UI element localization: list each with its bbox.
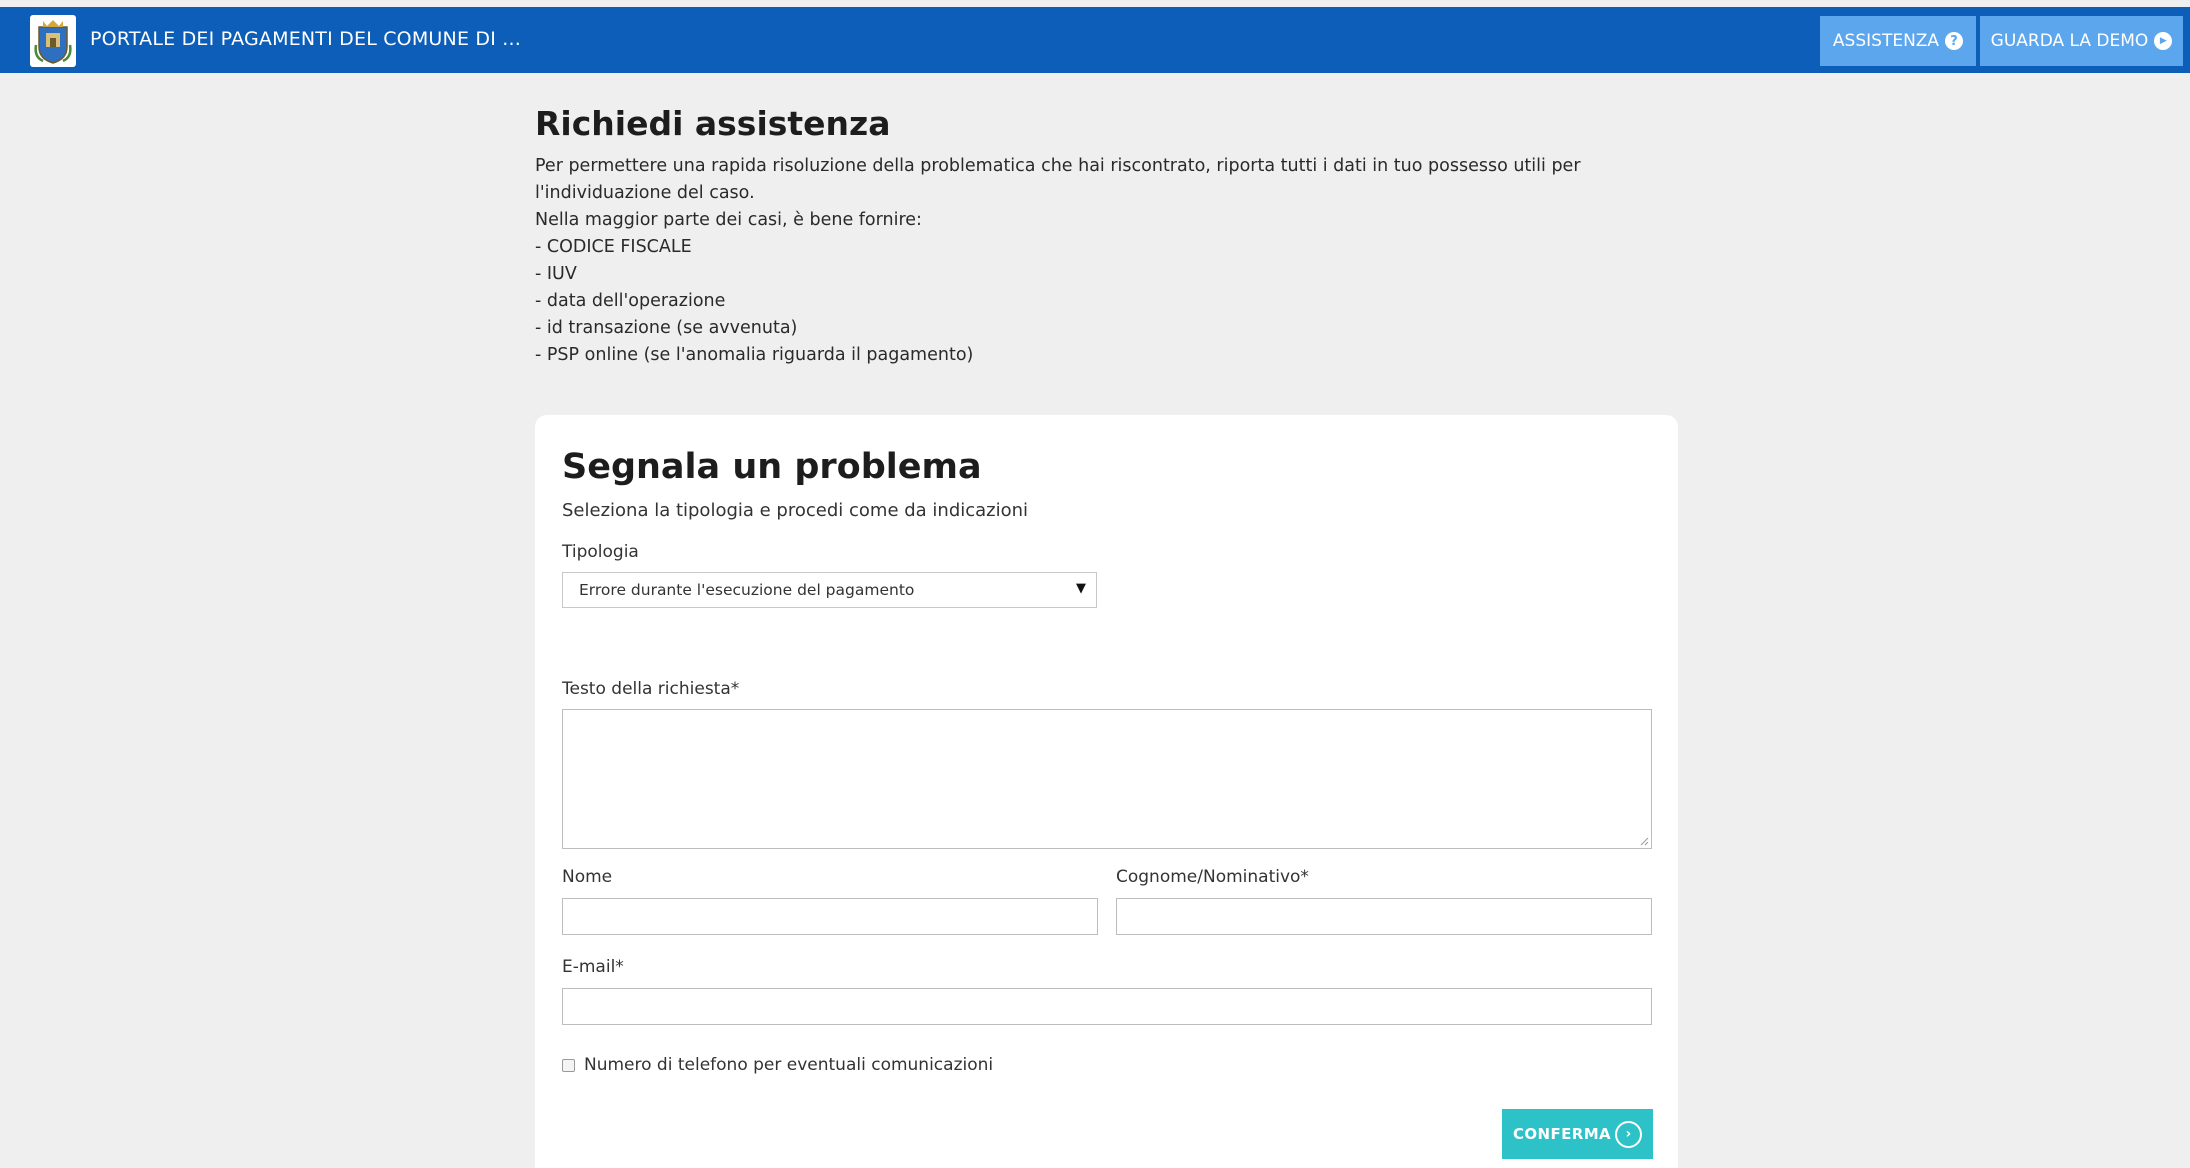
chevron-right-circle-icon: › [1615, 1120, 1643, 1148]
assistance-button-label: ASSISTENZA [1832, 31, 1940, 51]
play-circle-icon: ▶ [2154, 32, 2173, 50]
intro-line: - PSP online (se l'anomalia riguarda il … [535, 345, 974, 365]
form-subtitle: Seleziona la tipologia e procedi come da… [562, 500, 1029, 521]
email-label: E-mail* [562, 957, 624, 977]
surname-label: Cognome/Nominativo* [1116, 867, 1309, 887]
intro-line: - data dell'operazione [535, 291, 726, 311]
form-title: Segnala un problema [562, 447, 982, 487]
phone-checkbox[interactable] [562, 1058, 575, 1072]
intro-line: - CODICE FISCALE [535, 237, 692, 257]
resize-handle-icon[interactable] [1640, 837, 1649, 846]
phone-checkbox-label: Numero di telefono per eventuali comunic… [584, 1055, 994, 1075]
confirm-button[interactable]: CONFERMA › [1502, 1109, 1653, 1159]
request-text-area[interactable] [562, 709, 1652, 849]
surname-input[interactable] [1116, 898, 1652, 935]
confirm-button-label: CONFERMA [1512, 1125, 1612, 1143]
top-navigation-bar: PORTALE DEI PAGAMENTI DEL COMUNE DI ... … [0, 7, 2190, 73]
request-text-label: Testo della richiesta* [562, 679, 740, 699]
dropdown-arrow-icon: ▼ [1076, 581, 1086, 596]
intro-line: - IUV [535, 264, 577, 284]
watch-demo-button[interactable]: GUARDA LA DEMO ▶ [1980, 16, 2183, 66]
phone-checkbox-row[interactable]: Numero di telefono per eventuali comunic… [562, 1055, 993, 1075]
question-circle-icon: ? [1945, 32, 1964, 50]
type-select-value: Errore durante l'esecuzione del pagament… [579, 581, 915, 599]
type-label: Tipologia [562, 542, 639, 562]
email-input[interactable] [562, 988, 1652, 1025]
name-input[interactable] [562, 898, 1098, 935]
page-title: Richiedi assistenza [535, 104, 891, 143]
report-problem-card: Segnala un problema Seleziona la tipolog… [535, 415, 1678, 1168]
watch-demo-button-label: GUARDA LA DEMO [1990, 31, 2149, 51]
type-select[interactable]: Errore durante l'esecuzione del pagament… [562, 572, 1097, 608]
intro-line: l'individuazione del caso. [535, 183, 755, 203]
assistance-button[interactable]: ASSISTENZA ? [1820, 16, 1976, 66]
name-label: Nome [562, 867, 613, 887]
intro-line: Nella maggior parte dei casi, è bene for… [535, 210, 922, 230]
intro-line: - id transazione (se avvenuta) [535, 318, 798, 338]
intro-section: Richiedi assistenza Per permettere una r… [535, 104, 1635, 369]
intro-line: Per permettere una rapida risoluzione de… [535, 156, 1581, 176]
portal-title: PORTALE DEI PAGAMENTI DEL COMUNE DI ... [90, 28, 521, 50]
municipal-crest-icon[interactable] [30, 15, 76, 67]
